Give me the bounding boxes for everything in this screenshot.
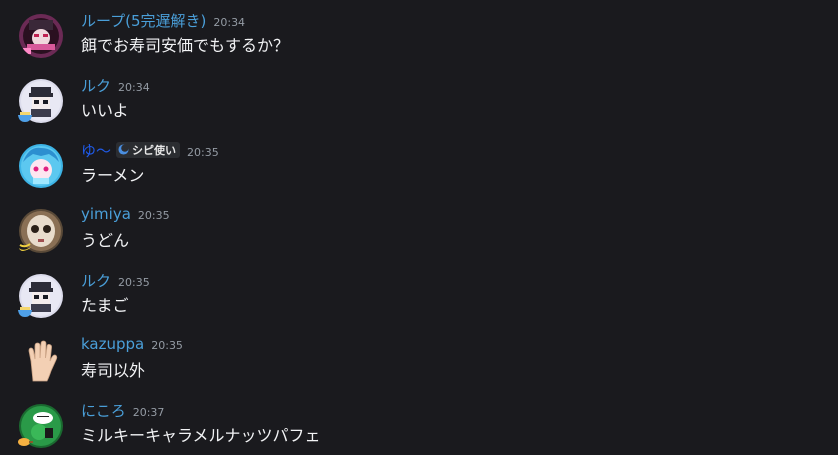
banana-badge-icon [19,243,31,251]
username[interactable]: kazuppa [81,335,144,353]
message-text: 寿司以外 [81,361,146,380]
message-text: たまご [81,296,129,315]
username[interactable]: ルク [81,270,111,291]
bowl-badge-icon [18,112,32,122]
moon-icon [118,144,129,155]
message-item: ゆ～ シピ使い 20:35 ラーメン [0,141,838,208]
raised-hand-icon [28,340,58,382]
message-item: にころ 20:37 ミルキーキャラメルナッツパフェ [0,402,838,455]
message-text: うどん [81,231,130,250]
username[interactable]: ループ(5完遅解き) [81,10,206,31]
username[interactable]: yimiya [81,205,131,223]
timestamp: 20:35 [187,146,219,159]
chat-message-list: ループ(5完遅解き) 20:34 餌でお寿司安価でもするか？ ルク 20:34 … [0,0,838,455]
timestamp: 20:35 [118,276,150,289]
message-text: いいよ [81,101,129,120]
timestamp: 20:34 [213,16,246,29]
username[interactable]: ルク [81,75,111,96]
message-item: ルク 20:34 いいよ [0,77,838,143]
user-avatar[interactable] [19,144,63,188]
timestamp: 20:35 [151,339,183,352]
message-item: ループ(5完遅解き) 20:34 餌でお寿司安価でもするか？ [0,12,838,78]
message-text: ミルキーキャラメルナッツパフェ [81,426,321,445]
role-tag-label: シピ使い [132,143,177,157]
username[interactable]: ゆ～ [81,140,111,161]
message-item: ルク 20:35 たまご [0,272,838,338]
bowl-badge-icon [18,307,32,317]
timestamp: 20:34 [118,81,150,94]
message-item: kazuppa 20:35 寿司以外 [0,335,838,403]
pan-badge-icon [18,438,33,446]
role-tag[interactable]: シピ使い [116,141,181,158]
user-avatar[interactable] [19,14,63,58]
username[interactable]: にころ [81,400,126,421]
message-item: yimiya 20:35 うどん [0,205,838,273]
timestamp: 20:37 [132,406,165,419]
message-text: ラーメン [81,166,145,185]
user-avatar[interactable] [19,339,63,383]
timestamp: 20:35 [137,209,170,222]
message-text: 餌でお寿司安価でもするか？ [81,36,290,55]
